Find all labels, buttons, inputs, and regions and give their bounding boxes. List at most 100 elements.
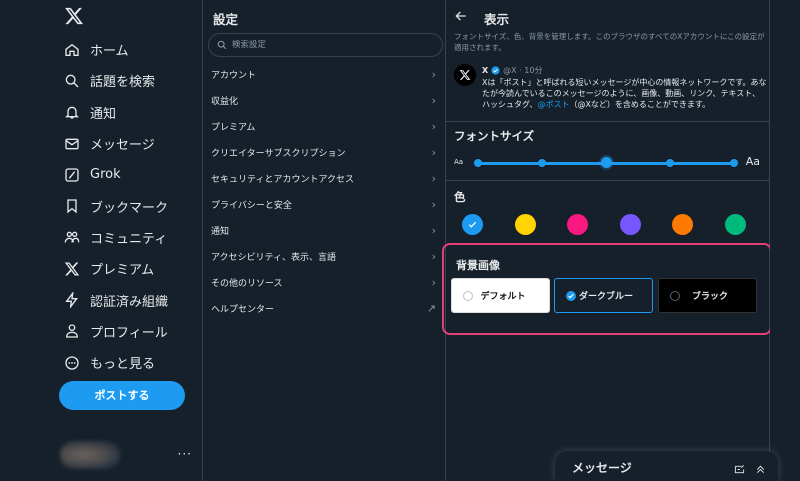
background-option-label: ダークブルー [578, 292, 633, 302]
slider-step[interactable] [474, 159, 482, 167]
settings-search[interactable] [208, 33, 443, 57]
avatar [454, 64, 476, 86]
scrollbar[interactable] [770, 0, 800, 481]
mail-icon [64, 136, 80, 152]
avatar [60, 441, 120, 469]
x-logo-icon[interactable] [64, 6, 84, 26]
color-swatch[interactable] [567, 214, 588, 235]
expand-chevron-icon[interactable] [755, 460, 766, 479]
settings-item[interactable]: アカウント › [203, 61, 446, 87]
chevron-right-icon: › [431, 93, 436, 107]
background-option[interactable]: デフォルト [451, 278, 550, 313]
settings-item-label: プライバシーと安全 [211, 200, 292, 211]
background-option-label: ブラック [691, 292, 728, 302]
settings-item[interactable]: プレミアム › [203, 113, 446, 139]
settings-item[interactable]: ヘルプセンター ↗ [203, 295, 446, 321]
color-swatch[interactable] [514, 214, 536, 235]
account-switcher[interactable]: ··· [52, 435, 192, 475]
settings-item-label: その他のリソース [211, 278, 283, 289]
nav-item-8[interactable]: 認証済み組織 [60, 284, 200, 315]
nav-item-label: ホーム [90, 44, 129, 60]
settings-item[interactable]: 通知 › [203, 217, 446, 243]
settings-item-label: アカウント [211, 70, 257, 81]
nav-item-0[interactable]: ホーム [60, 34, 200, 65]
slider-handle[interactable] [600, 157, 612, 168]
background-title: 背景画像 [456, 259, 500, 272]
color-picker [446, 214, 770, 238]
settings-column: 設定 アカウント›収益化›プレミアム›クリエイターサブスクリプション›セキュリテ… [203, 0, 446, 481]
nav-item-9[interactable]: プロフィール [60, 316, 200, 347]
nav-item-label: 通知 [90, 106, 117, 122]
nav-item-7[interactable]: プレミアム [60, 253, 200, 284]
display-title: 表示 [484, 12, 510, 27]
settings-item-label: 通知 [211, 226, 230, 237]
nav-item-label: 話題を検索 [90, 75, 156, 91]
nav-item-5[interactable]: ブックマーク [60, 190, 200, 221]
background-option[interactable]: ダークブルー [554, 278, 653, 313]
nav-item-3[interactable]: メッセージ [60, 128, 200, 159]
display-description: フォントサイズ、色、背景を管理します。このブラウザのすべてのXアカウントにこの設… [454, 32, 765, 52]
slider-step[interactable] [538, 159, 546, 167]
settings-item-label: ヘルプセンター [211, 304, 275, 315]
check-icon [468, 221, 477, 228]
primary-nav: ホーム話題を検索通知メッセージ Grok ブックマーク コミュニティ プレミアム認証済み… [60, 34, 200, 378]
color-swatch[interactable] [462, 214, 483, 235]
post-link[interactable]: @ポスト [537, 100, 569, 109]
radio-unchecked-icon [670, 290, 680, 301]
settings-item[interactable]: 収益化 › [203, 87, 446, 113]
post-text: （@Xなど）を含めることができます。 [569, 100, 711, 110]
nav-item-10[interactable]: もっと見る [60, 347, 200, 378]
color-swatch[interactable] [672, 214, 693, 235]
settings-search-input[interactable] [232, 40, 432, 50]
settings-item[interactable]: アクセシビリティ、表示、言語 › [203, 243, 446, 269]
color-swatch[interactable] [724, 214, 746, 235]
lightning-icon [64, 292, 80, 309]
nav-item-6[interactable]: コミュニティ [60, 222, 200, 253]
verified-badge-icon [491, 66, 500, 75]
home-icon [64, 42, 80, 58]
chevron-right-icon: › [431, 171, 436, 185]
background-section: 背景画像 デフォルト ダークブルー ブラック [442, 243, 772, 335]
bookmark-icon [64, 198, 80, 214]
nav-item-label: プレミアム [90, 263, 155, 279]
settings-item[interactable]: その他のリソース › [203, 269, 446, 295]
post-author-name: X [482, 66, 489, 75]
settings-item-label: アクセシビリティ、表示、言語 [211, 252, 337, 263]
nav-item-4[interactable]: Grok [60, 159, 200, 190]
back-arrow-icon[interactable] [454, 8, 468, 22]
account-more-icon: ··· [177, 447, 192, 461]
slider-step[interactable] [666, 159, 674, 167]
chevron-right-icon: › [431, 119, 436, 133]
nav-item-label: コミュニティ [90, 231, 168, 247]
post-handle: @X · 10分 [503, 66, 543, 75]
nav-item-label: メッセージ [90, 138, 155, 154]
font-size-slider[interactable]: Aa Aa [454, 153, 766, 173]
new-message-icon[interactable] [734, 460, 745, 479]
x-logo-icon [459, 70, 471, 80]
nav-item-label: もっと見る [90, 357, 156, 373]
settings-item[interactable]: クリエイターサブスクリプション › [203, 139, 446, 165]
settings-item[interactable]: プライバシーと安全 › [203, 191, 446, 217]
settings-item-label: プレミアム [211, 122, 256, 133]
chevron-right-icon: › [431, 249, 436, 263]
color-swatch[interactable] [619, 214, 641, 235]
search-icon [217, 40, 227, 50]
background-option[interactable]: ブラック [658, 278, 757, 313]
chevron-right-icon: ↗ [426, 301, 436, 315]
nav-item-label: プロフィール [90, 325, 168, 341]
messages-dock[interactable]: メッセージ [555, 451, 778, 481]
search-icon [64, 73, 80, 89]
slider-step[interactable] [730, 159, 738, 167]
settings-item[interactable]: セキュリティとアカウントアクセス › [203, 165, 446, 191]
preview-post: X @X · 10分 Xは「ポスト」と呼ばれる短いメッセージが中心の情報ネットワ… [454, 64, 768, 114]
chevron-right-icon: › [431, 275, 436, 289]
more-circle-icon [64, 355, 80, 371]
community-icon [64, 229, 80, 245]
post-button[interactable]: ポストする [59, 381, 185, 410]
nav-item-label: ブックマーク [90, 200, 169, 216]
nav-item-1[interactable]: 話題を検索 [60, 65, 200, 96]
nav-item-2[interactable]: 通知 [60, 97, 200, 128]
display-panel: 表示 フォントサイズ、色、背景を管理します。このブラウザのすべてのXアカウントに… [442, 0, 772, 481]
messages-dock-title: メッセージ [572, 461, 632, 475]
post-body: Xは「ポスト」と呼ばれる短いメッセージが中心の情報ネットワークです。あなたが今読… [482, 77, 768, 111]
